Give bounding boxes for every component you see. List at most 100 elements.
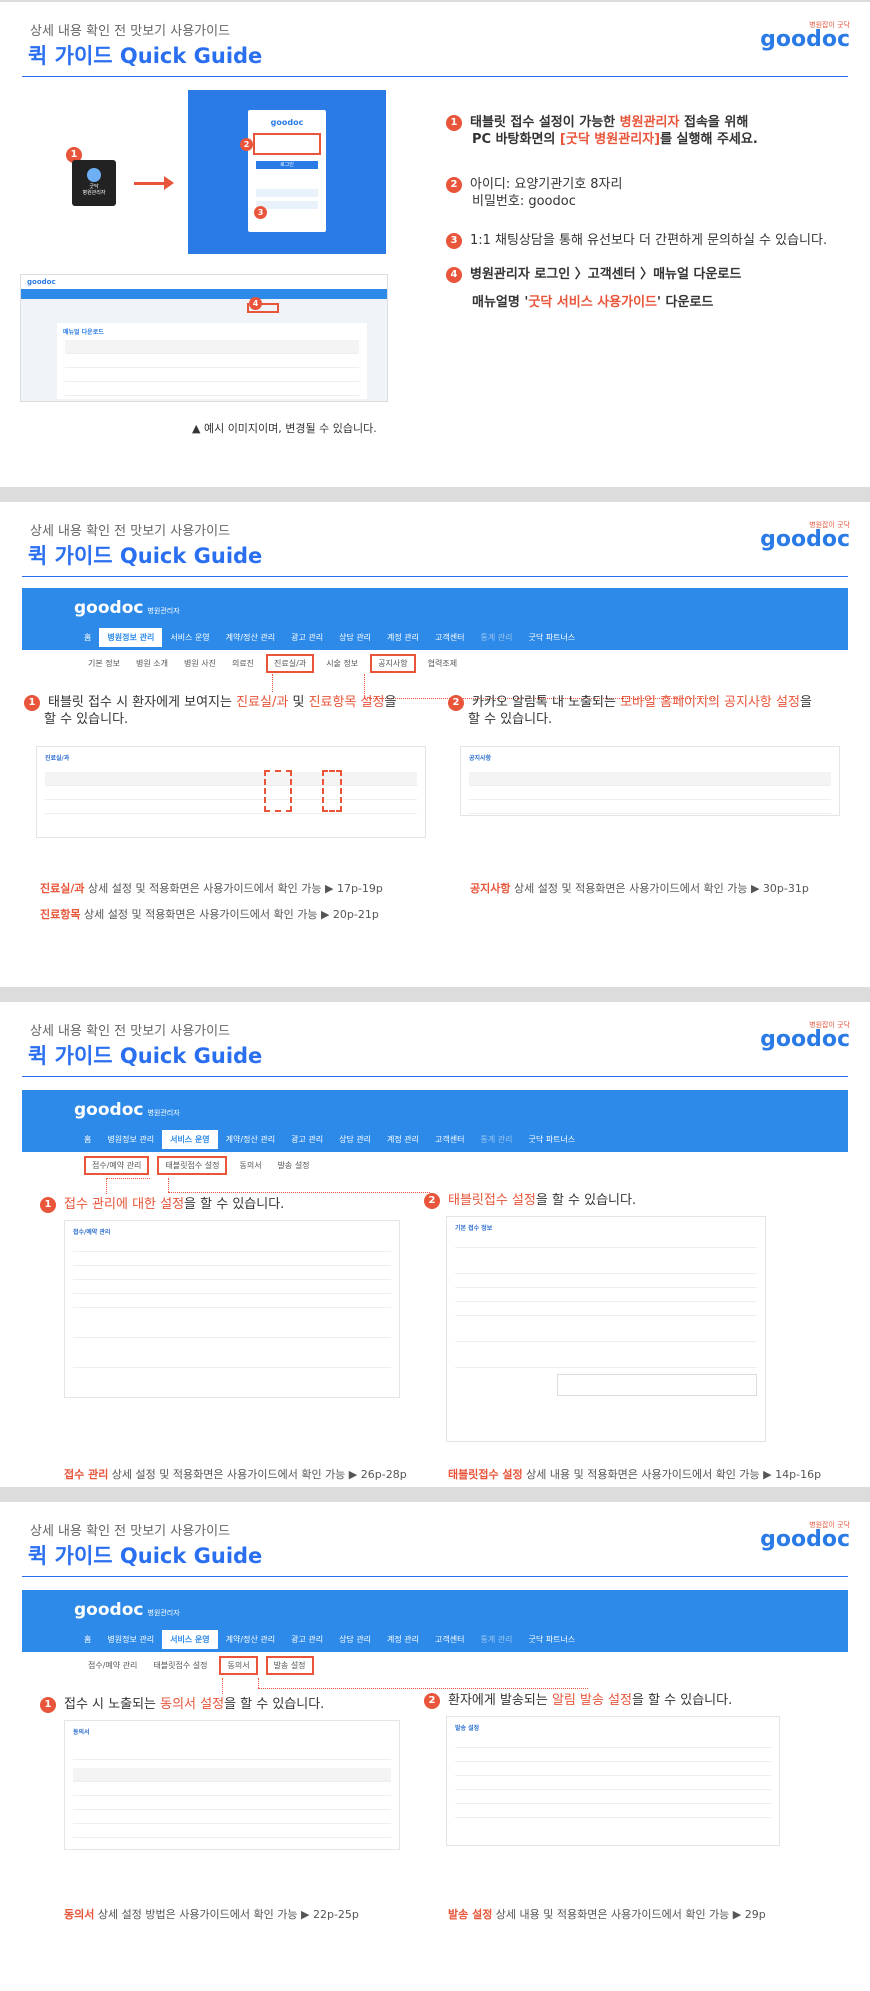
nav-item-account[interactable]: 계정 관리 <box>379 1130 427 1149</box>
admin-navbar: goodoc 병원관리자 홈 병원정보 관리 서비스 운영 계약/정산 관리 광고… <box>22 588 848 650</box>
step-4-manual: 매뉴얼명 '굿닥 서비스 사용가이드' 다운로드 <box>472 295 714 310</box>
nav-item-partners[interactable]: 굿닥 파트너스 <box>520 628 583 647</box>
nav-item-hospital-info[interactable]: 병원정보 관리 <box>99 1630 162 1649</box>
tab-reception[interactable]: 접수/예약 관리 <box>80 1656 145 1675</box>
reception-desc: 1 접수 관리에 대한 설정을 할 수 있습니다. <box>40 1196 284 1213</box>
app-icon[interactable]: 굿닥 병원관리자 <box>72 160 116 206</box>
tab-consent[interactable]: 동의서 <box>231 1156 269 1175</box>
setting-row <box>455 1288 757 1302</box>
chat-button[interactable] <box>256 189 318 197</box>
step-2-text: 2 아이디: 요양기관기호 8자리 비밀번호: goodoc <box>446 176 622 210</box>
notice-textarea[interactable] <box>557 1374 757 1396</box>
nav-item-contract[interactable]: 계약/정산 관리 <box>218 628 283 647</box>
connector-line <box>258 1688 588 1689</box>
guide-page-1: 상세 내용 확인 전 맛보기 사용가이드 퀵 가이드 Quick Guide 병… <box>0 2 870 487</box>
tab-photos[interactable]: 병원 사진 <box>176 654 224 673</box>
nav-item-ads[interactable]: 광고 관리 <box>283 628 331 647</box>
connector-line <box>168 1178 169 1192</box>
tab-notices[interactable]: 공지사항 <box>370 654 416 673</box>
nav-item-contract[interactable]: 계약/정산 관리 <box>218 1130 283 1149</box>
sub-tabs: 기본 정보 병원 소개 병원 사진 의료진 진료실/과 시술 정보 공지사항 협… <box>80 654 465 673</box>
tab-departments[interactable]: 진료실/과 <box>266 654 315 673</box>
setting-row <box>455 1748 771 1762</box>
table-row <box>73 1796 391 1810</box>
login-fields[interactable] <box>253 133 321 155</box>
nav-item-ads[interactable]: 광고 관리 <box>283 1630 331 1649</box>
nav-item-ads[interactable]: 광고 관리 <box>283 1130 331 1149</box>
nav-item-support[interactable]: 고객센터 <box>427 1130 472 1149</box>
login-screenshot: goodoc 로그인 2 3 <box>188 90 386 254</box>
tab-consent[interactable]: 동의서 <box>219 1656 258 1675</box>
nav-item-service[interactable]: 서비스 운영 <box>162 628 217 647</box>
nav-item-account[interactable]: 계정 관리 <box>379 1630 427 1649</box>
consent-footnote: 동의서 상세 설정 방법은 사용가이드에서 확인 가능 ▶ 22p-25p <box>64 1908 359 1921</box>
header-divider <box>22 1076 848 1077</box>
tab-notification[interactable]: 발송 설정 <box>270 1156 318 1175</box>
filter-row <box>73 1746 391 1760</box>
nav-item-hospital-info[interactable]: 병원정보 관리 <box>99 1130 162 1149</box>
setting-row <box>455 1776 771 1790</box>
nav-item-service[interactable]: 서비스 운영 <box>162 1130 218 1149</box>
tab-intro[interactable]: 병원 소개 <box>128 654 176 673</box>
header-divider <box>22 576 848 577</box>
tab-basic-info[interactable]: 기본 정보 <box>80 654 128 673</box>
brand-logo: 병원잡이 굿닥 goodoc <box>760 1021 850 1052</box>
nav-item-consult[interactable]: 상담 관리 <box>331 1630 379 1649</box>
table-row <box>73 1782 391 1796</box>
brand-logo: 병원잡이 굿닥 goodoc <box>760 1521 850 1552</box>
tab-doctors[interactable]: 의료진 <box>224 654 262 673</box>
arrow-right-icon <box>134 182 168 185</box>
guide-page-2: 상세 내용 확인 전 맛보기 사용가이드 퀵 가이드 Quick Guide 병… <box>0 502 870 987</box>
setting-row <box>455 1234 757 1248</box>
nav-item-stats[interactable]: 통계 관리 <box>472 628 520 647</box>
setting-row <box>455 1328 757 1342</box>
nav-logo[interactable]: goodoc 병원관리자 <box>74 1100 180 1120</box>
setting-row <box>73 1294 391 1308</box>
header-title: 퀵 가이드 Quick Guide <box>28 1044 263 1068</box>
header-title: 퀵 가이드 Quick Guide <box>28 44 263 68</box>
table-row <box>73 1768 391 1782</box>
nav-item-hospital-info[interactable]: 병원정보 관리 <box>99 628 163 647</box>
nav-item-support[interactable]: 고객센터 <box>427 628 472 647</box>
tab-procedures[interactable]: 시술 정보 <box>318 654 366 673</box>
login-button[interactable]: 로그인 <box>256 161 318 169</box>
tab-tablet-settings[interactable]: 태블릿접수 설정 <box>157 1156 228 1175</box>
nav-item-support[interactable]: 고객센터 <box>427 1630 472 1649</box>
nav-logo[interactable]: goodoc 병원관리자 <box>74 598 180 618</box>
nav-item-partners[interactable]: 굿닥 파트너스 <box>520 1630 583 1649</box>
header-subtitle: 상세 내용 확인 전 맛보기 사용가이드 <box>30 524 231 539</box>
tab-tablet-settings[interactable]: 태블릿접수 설정 <box>145 1656 215 1675</box>
header-divider <box>22 76 848 77</box>
nav-item-consult[interactable]: 상담 관리 <box>331 1130 379 1149</box>
tab-pharmacy[interactable]: 협력조제 <box>420 654 465 673</box>
table-row <box>469 800 831 814</box>
consent-desc: 1 접수 시 노출되는 동의서 설정을 할 수 있습니다. <box>40 1696 324 1713</box>
connector-line <box>106 1178 150 1179</box>
nav-item-service[interactable]: 서비스 운영 <box>162 1630 218 1649</box>
table-row <box>469 772 831 786</box>
login-logo: goodoc <box>270 118 304 127</box>
nav-item-partners[interactable]: 굿닥 파트너스 <box>520 1130 583 1149</box>
connector-line <box>168 1192 430 1193</box>
nav-logo[interactable]: goodoc 병원관리자 <box>74 1600 180 1620</box>
tablet-screenshot: 기본 접수 정보 <box>446 1216 766 1442</box>
nav-item-home[interactable]: 홈 <box>76 1630 99 1649</box>
nav-menu: 홈 병원정보 관리 서비스 운영 계약/정산 관리 광고 관리 상담 관리 계정… <box>76 1130 583 1149</box>
notification-screenshot: 발송 설정 <box>446 1716 780 1846</box>
tab-reception[interactable]: 접수/예약 관리 <box>84 1156 150 1175</box>
nav-menu: 홈 병원정보 관리 서비스 운영 계약/정산 관리 광고 관리 상담 관리 계정… <box>76 1630 583 1649</box>
admin-navbar: goodoc 병원관리자 홈 병원정보 관리 서비스 운영 계약/정산 관리 광고… <box>22 1090 848 1152</box>
nav-item-stats[interactable]: 통계 관리 <box>472 1630 520 1649</box>
nav-item-account[interactable]: 계정 관리 <box>379 628 427 647</box>
nav-item-contract[interactable]: 계약/정산 관리 <box>218 1630 283 1649</box>
nav-item-consult[interactable]: 상담 관리 <box>331 628 379 647</box>
table-row <box>65 368 359 382</box>
header-subtitle: 상세 내용 확인 전 맛보기 사용가이드 <box>30 1024 231 1039</box>
tab-notification[interactable]: 발송 설정 <box>265 1656 314 1675</box>
nav-item-stats[interactable]: 통계 관리 <box>472 1130 520 1149</box>
tablet-footnote: 태블릿접수 설정 상세 내용 및 적용화면은 사용가이드에서 확인 가능 ▶ 1… <box>448 1468 822 1481</box>
header-title: 퀵 가이드 Quick Guide <box>28 544 263 568</box>
nav-item-home[interactable]: 홈 <box>76 628 99 647</box>
consent-screenshot: 동의서 <box>64 1720 400 1850</box>
nav-item-home[interactable]: 홈 <box>76 1130 99 1149</box>
